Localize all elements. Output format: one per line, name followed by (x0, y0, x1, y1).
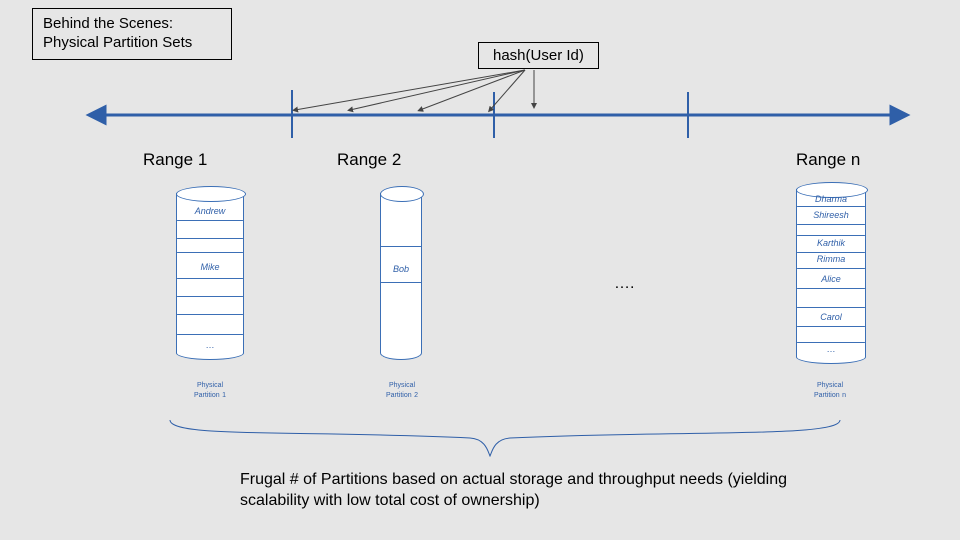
pnn: n (842, 392, 846, 399)
range-1-label: Range 1 (143, 150, 207, 170)
cyl1-dots: … (176, 340, 244, 350)
cylN-rimma: Rimma (796, 254, 866, 264)
p1b: Partition (194, 392, 220, 399)
diagram-root: Behind the Scenes: Physical Partition Se… (0, 0, 960, 540)
cyl1-mike: Mike (176, 262, 244, 272)
cylN-alice: Alice (796, 274, 866, 284)
caption-text: Frugal # of Partitions based on actual s… (240, 470, 860, 512)
mid-ellipsis: …. (614, 275, 634, 293)
range-n-label: Range n (796, 150, 860, 170)
cylN-karthik: Karthik (796, 238, 866, 248)
cylN-dharma: Dharma (796, 194, 866, 204)
partition-n-label: Physical Partition n (800, 380, 860, 400)
p1n: 1 (222, 392, 226, 399)
p2n: 2 (414, 392, 418, 399)
pna: Physical (817, 382, 843, 389)
p1a: Physical (197, 382, 223, 389)
cylinder-partition-1: Andrew Mike … (176, 186, 244, 360)
p2a: Physical (389, 382, 415, 389)
cylinder-partition-2: Bob (380, 186, 422, 360)
range-2-label: Range 2 (337, 150, 401, 170)
cylN-dots: … (796, 344, 866, 354)
partition-1-label: Physical Partition 1 (180, 380, 240, 400)
p2b: Partition (386, 392, 412, 399)
cyl2-bob: Bob (380, 264, 422, 274)
cylN-shireesh: Shireesh (796, 210, 866, 220)
cylN-carol: Carol (796, 312, 866, 322)
cyl1-andrew: Andrew (176, 206, 244, 216)
pnb: Partition (814, 392, 840, 399)
cylinder-partition-n: Dharma Shireesh Karthik Rimma Alice Caro… (796, 182, 866, 364)
partition-2-label: Physical Partition 2 (372, 380, 432, 400)
